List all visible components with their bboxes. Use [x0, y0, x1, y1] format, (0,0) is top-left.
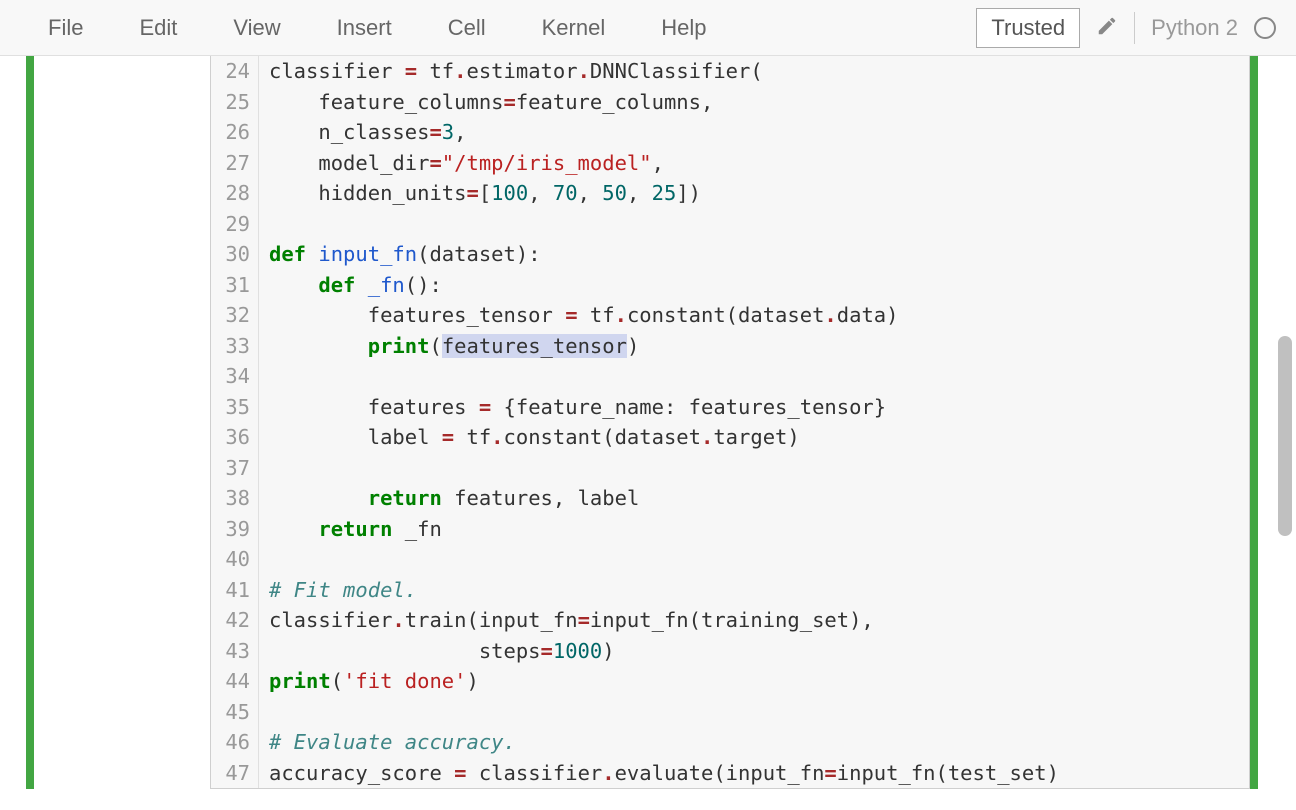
scrollbar-thumb[interactable] — [1278, 336, 1292, 536]
line-number: 45 — [225, 697, 250, 728]
line-number: 41 — [225, 575, 250, 606]
code-line[interactable]: classifier = tf.estimator.DNNClassifier( — [269, 56, 1059, 87]
code-line[interactable]: steps=1000) — [269, 636, 1059, 667]
code-line[interactable]: print('fit done') — [269, 666, 1059, 697]
code-line[interactable]: def _fn(): — [269, 270, 1059, 301]
menu-insert[interactable]: Insert — [309, 7, 420, 49]
line-number: 43 — [225, 636, 250, 667]
line-number: 37 — [225, 453, 250, 484]
code-line[interactable]: features_tensor = tf.constant(dataset.da… — [269, 300, 1059, 331]
menu-view[interactable]: View — [205, 7, 308, 49]
scrollbar[interactable] — [1278, 136, 1292, 556]
line-number: 44 — [225, 666, 250, 697]
code-line[interactable]: print(features_tensor) — [269, 331, 1059, 362]
code-line[interactable]: classifier.train(input_fn=input_fn(train… — [269, 605, 1059, 636]
line-number: 25 — [225, 87, 250, 118]
line-number: 31 — [225, 270, 250, 301]
line-number: 28 — [225, 178, 250, 209]
code-line[interactable]: label = tf.constant(dataset.target) — [269, 422, 1059, 453]
line-number: 26 — [225, 117, 250, 148]
menu-edit[interactable]: Edit — [111, 7, 205, 49]
prompt-area — [34, 56, 210, 789]
code-content[interactable]: classifier = tf.estimator.DNNClassifier(… — [259, 56, 1069, 788]
code-line[interactable]: model_dir="/tmp/iris_model", — [269, 148, 1059, 179]
line-number: 42 — [225, 605, 250, 636]
trusted-badge[interactable]: Trusted — [976, 8, 1080, 48]
line-number: 29 — [225, 209, 250, 240]
notebook-area: 2425262728293031323334353637383940414243… — [0, 56, 1296, 810]
code-line[interactable]: n_classes=3, — [269, 117, 1059, 148]
code-line[interactable]: # Fit model. — [269, 575, 1059, 606]
menubar: File Edit View Insert Cell Kernel Help T… — [0, 0, 1296, 56]
menu-file[interactable]: File — [20, 7, 111, 49]
line-number: 27 — [225, 148, 250, 179]
code-line[interactable] — [269, 544, 1059, 575]
code-line[interactable]: hidden_units=[100, 70, 50, 25]) — [269, 178, 1059, 209]
edit-icon[interactable] — [1096, 15, 1118, 40]
cell-running-indicator-right — [1250, 56, 1258, 789]
line-number: 46 — [225, 727, 250, 758]
code-line[interactable]: # Evaluate accuracy. — [269, 727, 1059, 758]
menu-help[interactable]: Help — [633, 7, 734, 49]
code-line[interactable]: accuracy_score = classifier.evaluate(inp… — [269, 758, 1059, 789]
kernel-name[interactable]: Python 2 — [1151, 15, 1238, 41]
code-editor[interactable]: 2425262728293031323334353637383940414243… — [210, 56, 1250, 789]
line-number: 30 — [225, 239, 250, 270]
code-line[interactable]: feature_columns=feature_columns, — [269, 87, 1059, 118]
code-line[interactable] — [269, 453, 1059, 484]
code-line[interactable]: features = {feature_name: features_tenso… — [269, 392, 1059, 423]
line-number: 33 — [225, 331, 250, 362]
divider — [1134, 12, 1135, 44]
line-number-gutter: 2425262728293031323334353637383940414243… — [211, 56, 259, 788]
code-line[interactable] — [269, 209, 1059, 240]
line-number: 34 — [225, 361, 250, 392]
line-number: 38 — [225, 483, 250, 514]
cell-running-indicator — [26, 56, 34, 789]
code-line[interactable]: return _fn — [269, 514, 1059, 545]
line-number: 47 — [225, 758, 250, 789]
line-number: 40 — [225, 544, 250, 575]
code-line[interactable]: def input_fn(dataset): — [269, 239, 1059, 270]
menu-kernel[interactable]: Kernel — [514, 7, 634, 49]
menu-cell[interactable]: Cell — [420, 7, 514, 49]
line-number: 24 — [225, 56, 250, 87]
code-line[interactable] — [269, 361, 1059, 392]
line-number: 32 — [225, 300, 250, 331]
kernel-idle-icon[interactable] — [1254, 17, 1276, 39]
code-line[interactable] — [269, 697, 1059, 728]
code-cell[interactable]: 2425262728293031323334353637383940414243… — [0, 56, 1296, 789]
code-line[interactable]: return features, label — [269, 483, 1059, 514]
line-number: 35 — [225, 392, 250, 423]
line-number: 39 — [225, 514, 250, 545]
line-number: 36 — [225, 422, 250, 453]
